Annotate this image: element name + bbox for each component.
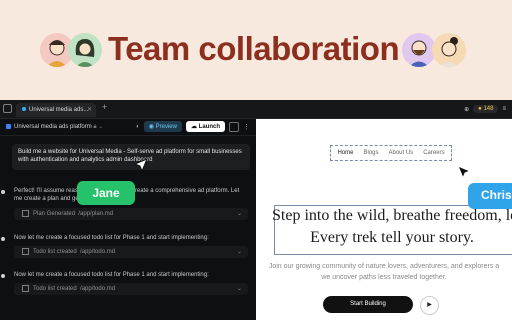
headline-line-2: Every trek tell your story. bbox=[310, 229, 474, 246]
avatar-woman bbox=[68, 33, 102, 67]
project-selector[interactable]: Universal media ads platform 🔒︎ ⌄ bbox=[6, 123, 103, 131]
start-building-button[interactable]: Start Building bbox=[323, 296, 413, 313]
file-label: Todo list created bbox=[33, 249, 77, 255]
file-label: Todo list created bbox=[33, 286, 77, 292]
chevron-down-icon: ⌄ bbox=[236, 211, 242, 217]
play-icon[interactable]: ▶ bbox=[420, 296, 439, 315]
assistant-message: Now let me create a focused todo list fo… bbox=[14, 235, 209, 241]
preview-button[interactable]: ◉ Preview bbox=[143, 121, 182, 132]
file-icon bbox=[22, 247, 29, 255]
hero-banner: Team collaboration bbox=[0, 0, 512, 100]
avatar-woman-bun bbox=[432, 33, 466, 67]
file-path: /app/todo.md bbox=[80, 286, 116, 292]
new-tab-icon[interactable]: + bbox=[102, 102, 107, 112]
credits-count: 148 bbox=[483, 106, 494, 112]
browser-tab[interactable]: Universal media ads... ✕ bbox=[16, 103, 96, 117]
assistant-icon bbox=[1, 274, 5, 278]
window-icon[interactable] bbox=[3, 104, 12, 113]
launch-label: Launch bbox=[198, 124, 220, 130]
hero-headline: Step into the wild, breathe freedom, let… bbox=[272, 205, 512, 249]
hero-subtext: Join our growing community of nature lov… bbox=[256, 261, 512, 283]
file-icon bbox=[22, 284, 29, 292]
add-collaborator-icon[interactable]: ⊕ bbox=[464, 106, 469, 113]
collaborator-tag-chris: Chris bbox=[468, 183, 512, 209]
tab-favicon-icon bbox=[22, 107, 26, 112]
avatar-bearded-man bbox=[402, 33, 436, 67]
chevron-down-icon: ⌄ bbox=[236, 286, 242, 292]
file-icon bbox=[22, 209, 29, 217]
more-icon[interactable]: ⋮ bbox=[243, 123, 250, 131]
website-preview: Home Blogs About Us Careers Step into th… bbox=[256, 119, 512, 320]
assistant-icon bbox=[1, 190, 5, 194]
chat-panel: Build me a website for Universal Media -… bbox=[0, 136, 256, 320]
app-window: Universal media ads... ✕ + ⊕ ● 148 ≡ Uni… bbox=[0, 100, 512, 320]
launch-button[interactable]: ☁ Launch bbox=[185, 121, 225, 132]
chevron-down-icon: ⌄ bbox=[236, 249, 242, 255]
file-item-todo-2[interactable]: Todo list created /app/todo.md ⌄ bbox=[14, 283, 248, 295]
assistant-icon bbox=[1, 237, 5, 241]
share-icon[interactable] bbox=[229, 121, 239, 132]
lock-icon: 🔒︎ bbox=[93, 124, 97, 130]
browser-tab-bar: Universal media ads... ✕ + ⊕ ● 148 ≡ bbox=[0, 100, 512, 119]
tab-title: Universal media ads... bbox=[29, 107, 89, 113]
file-path: /app/todo.md bbox=[80, 249, 116, 255]
file-item-todo[interactable]: Todo list created /app/todo.md ⌄ bbox=[14, 246, 248, 258]
nav-careers[interactable]: Careers bbox=[423, 150, 444, 156]
preview-nav: Home Blogs About Us Careers bbox=[330, 145, 452, 161]
project-name: Universal media ads platform bbox=[14, 124, 92, 130]
subtext-line-1: Join our growing community of nature lov… bbox=[268, 263, 500, 270]
preview-label: Preview bbox=[155, 124, 177, 130]
file-label: Plan Generated bbox=[33, 211, 76, 217]
user-prompt: Build me a website for Universal Media -… bbox=[12, 144, 250, 170]
top-right-controls: ⊕ ● 148 ≡ bbox=[464, 103, 506, 115]
menu-icon[interactable]: ≡ bbox=[502, 106, 506, 112]
project-icon bbox=[6, 123, 11, 129]
collaborators-icon[interactable]: ◐ bbox=[136, 124, 140, 130]
file-item-plan[interactable]: Plan Generated /app/plan.md ⌄ bbox=[14, 208, 248, 220]
collaborator-tag-jane: Jane bbox=[77, 181, 135, 205]
credits-badge[interactable]: ● 148 bbox=[473, 105, 499, 113]
hero-title: Team collaboration bbox=[108, 30, 400, 67]
nav-blogs[interactable]: Blogs bbox=[363, 150, 378, 156]
tab-close-icon[interactable]: ✕ bbox=[87, 103, 92, 117]
toolbar-actions: ◐ ◉ Preview ☁ Launch ⋮ bbox=[136, 121, 250, 132]
file-path: /app/plan.md bbox=[78, 211, 114, 217]
chevron-down-icon: ⌄ bbox=[98, 124, 104, 130]
project-toolbar: Universal media ads platform 🔒︎ ⌄ ◐ ◉ Pr… bbox=[0, 119, 256, 136]
nav-home[interactable]: Home bbox=[337, 150, 353, 156]
nav-about-us[interactable]: About Us bbox=[389, 150, 414, 156]
assistant-message: Now let me create a focused todo list fo… bbox=[14, 272, 209, 278]
jane-cursor-icon bbox=[134, 158, 148, 172]
chris-cursor-icon bbox=[457, 165, 471, 179]
subtext-line-2: we uncover paths less traveled together. bbox=[321, 274, 447, 281]
